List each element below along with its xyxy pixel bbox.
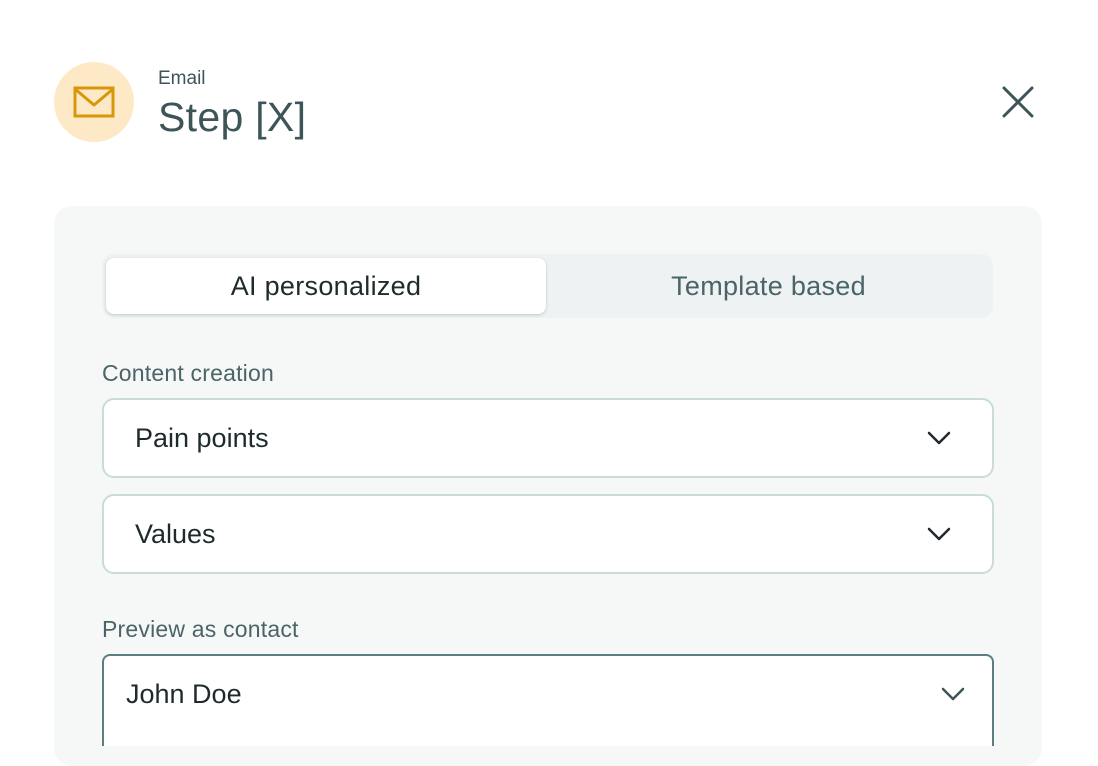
tab-ai-personalized[interactable]: AI personalized	[106, 258, 546, 314]
chevron-down-icon	[941, 687, 965, 701]
dialog-header: Email Step [X]	[0, 0, 1098, 170]
mail-icon	[54, 62, 134, 142]
mode-toggle: AI personalized Template based	[102, 254, 993, 318]
settings-panel: AI personalized Template based Content c…	[54, 206, 1042, 766]
content-creation-label: Content creation	[102, 360, 274, 386]
step-type-label: Email	[158, 68, 206, 89]
preview-contact-label: Preview as contact	[102, 616, 299, 642]
select-value: Pain points	[135, 423, 269, 453]
values-select[interactable]: Values	[102, 494, 994, 574]
contact-select[interactable]: John Doe	[102, 654, 994, 746]
select-value: Values	[135, 519, 216, 549]
pain-points-select[interactable]: Pain points	[102, 398, 994, 478]
select-value: John Doe	[126, 679, 242, 709]
close-button[interactable]	[996, 80, 1040, 124]
page-title: Step [X]	[158, 94, 307, 140]
tab-template-based[interactable]: Template based	[548, 258, 989, 314]
close-icon	[1002, 86, 1034, 118]
chevron-down-icon	[927, 527, 951, 541]
chevron-down-icon	[927, 431, 951, 445]
